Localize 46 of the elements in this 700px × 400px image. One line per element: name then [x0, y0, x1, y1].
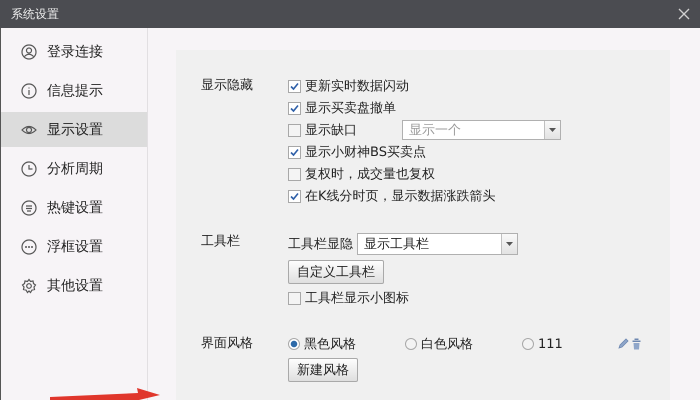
window-title: 系统设置	[11, 6, 59, 22]
checkbox[interactable]	[288, 146, 301, 158]
sidebar-item[interactable]: 信息提示	[1, 73, 147, 108]
checkbox[interactable]	[288, 124, 301, 136]
button[interactable]: 自定义工具栏	[288, 260, 384, 284]
radio-button[interactable]	[405, 338, 417, 350]
checkbox[interactable]	[288, 168, 301, 180]
radio-button[interactable]	[288, 338, 300, 350]
checkbox[interactable]	[288, 190, 301, 202]
checkbox[interactable]	[288, 292, 301, 304]
user-icon	[21, 44, 37, 60]
close-icon[interactable]	[678, 8, 690, 20]
sidebar-item[interactable]: 登录连接	[1, 34, 147, 69]
checkbox-label: 显示小财神BS买卖点	[305, 144, 426, 161]
button[interactable]: 新建风格	[288, 358, 358, 382]
checkbox-label: 复权时，成交量也复权	[305, 166, 435, 183]
checkbox[interactable]	[288, 102, 301, 114]
sidebar-item[interactable]: 分析周期	[1, 151, 147, 186]
dropdown[interactable]: 显示工具栏	[357, 233, 518, 255]
field-label: 工具栏显隐	[288, 236, 353, 253]
checkbox-label: 更新实时数据闪动	[305, 78, 409, 95]
checkbox-label: 显示买卖盘撤单	[305, 100, 396, 117]
sidebar-item[interactable]: 显示设置	[1, 112, 147, 147]
radio-button[interactable]	[522, 338, 534, 350]
sidebar-item[interactable]: 其他设置	[1, 268, 147, 303]
checkbox-label: 显示缺口	[305, 122, 357, 139]
trash-icon[interactable]	[632, 338, 641, 350]
checkbox-label: 工具栏显示小图标	[305, 290, 409, 307]
section-label: 界面风格	[201, 335, 254, 353]
sidebar-item[interactable]: 浮框设置	[1, 229, 147, 264]
section-label: 工具栏	[201, 233, 241, 251]
pencil-icon[interactable]	[616, 338, 629, 350]
info-icon	[21, 82, 37, 98]
caret-icon	[549, 128, 556, 132]
radio-label: 白色风格	[421, 336, 473, 353]
caret-icon	[506, 242, 513, 246]
sidebar-item[interactable]: 热键设置	[1, 190, 147, 225]
radio-label: 111	[538, 336, 563, 352]
radio-label: 黑色风格	[304, 336, 356, 353]
section-label: 显示隐藏	[201, 77, 254, 95]
checkbox[interactable]	[288, 80, 301, 92]
settings-icon	[21, 278, 37, 294]
keyboard-icon	[21, 200, 37, 216]
more-icon	[21, 238, 37, 254]
clock-icon	[21, 160, 37, 176]
checkbox-label: 在K线分时页，显示数据涨跌箭头	[305, 188, 496, 205]
